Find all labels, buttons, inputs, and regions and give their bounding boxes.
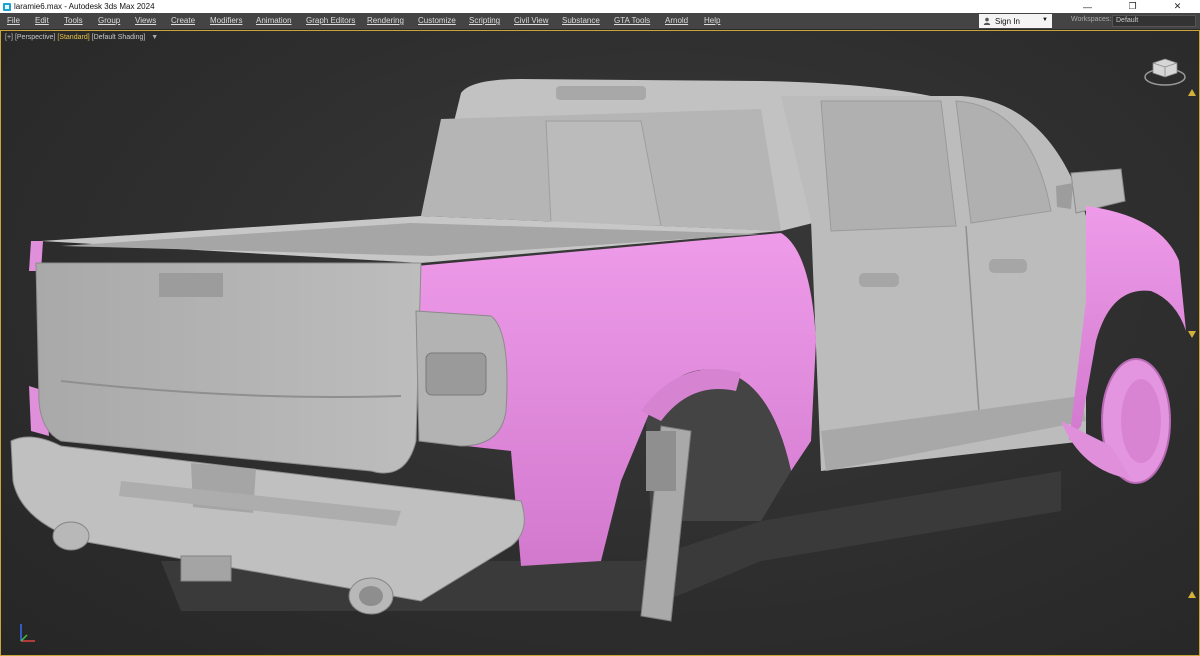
close-icon[interactable]: ✕ <box>1155 0 1200 13</box>
menu-animation[interactable]: Animation <box>256 16 292 25</box>
brake-light <box>556 86 646 100</box>
viewport-point-of-view[interactable]: [Perspective] <box>15 34 55 41</box>
menu-substance[interactable]: Substance <box>562 16 600 25</box>
3dsmax-app-icon <box>3 2 11 11</box>
door-handle <box>859 273 899 287</box>
menu-file[interactable]: File <box>7 16 20 25</box>
sign-in-dropdown[interactable]: Sign In ▼ <box>979 14 1052 28</box>
menu-tools[interactable]: Tools <box>64 16 83 25</box>
minimize-icon[interactable]: — <box>1065 0 1110 13</box>
viewport-marker-icon <box>1188 89 1196 96</box>
viewport-menu-button[interactable]: [+] <box>5 34 13 41</box>
workspace-select[interactable]: Default <box>1112 15 1196 27</box>
axis-tripod-icon <box>20 624 35 642</box>
door-handle <box>989 259 1027 273</box>
menu-modifiers[interactable]: Modifiers <box>210 16 242 25</box>
tailgate-handle <box>159 273 223 297</box>
viewport-marker-icon <box>1188 331 1196 338</box>
menu-help[interactable]: Help <box>704 16 720 25</box>
window-controls: — ❐ ✕ <box>1065 0 1200 13</box>
menu-scripting[interactable]: Scripting <box>469 16 500 25</box>
user-icon <box>983 17 991 25</box>
restore-icon[interactable]: ❐ <box>1110 0 1155 13</box>
title-bar: laramie6.max - Autodesk 3ds Max 2024 — ❐… <box>0 0 1200 13</box>
menu-edit[interactable]: Edit <box>35 16 49 25</box>
truck-model[interactable] <box>1 31 1199 655</box>
viewport-marker-icon <box>1188 591 1196 598</box>
filter-icon[interactable]: ▼ <box>151 34 158 41</box>
window-title: laramie6.max - Autodesk 3ds Max 2024 <box>14 2 155 11</box>
viewcube-icon[interactable] <box>1141 51 1189 91</box>
chevron-down-icon: ▼ <box>1042 17 1048 23</box>
viewport-shading-preset[interactable]: [Standard] <box>57 34 89 41</box>
menu-civil-view[interactable]: Civil View <box>514 16 549 25</box>
menu-customize[interactable]: Customize <box>418 16 456 25</box>
viewport-shading-mode[interactable]: [Default Shading] <box>92 34 146 41</box>
menu-views[interactable]: Views <box>135 16 156 25</box>
menu-graph-editors[interactable]: Graph Editors <box>306 16 355 25</box>
menu-group[interactable]: Group <box>98 16 120 25</box>
menu-arnold[interactable]: Arnold <box>665 16 688 25</box>
taillight <box>425 352 487 396</box>
menu-rendering[interactable]: Rendering <box>367 16 404 25</box>
sign-in-label: Sign In <box>995 16 1020 26</box>
perspective-viewport[interactable]: [+] [Perspective] [Standard] [Default Sh… <box>0 30 1200 656</box>
viewport-label: [+] [Perspective] [Standard] [Default Sh… <box>5 34 158 41</box>
menu-bar: File Edit Tools Group Views Create Modif… <box>0 13 1200 30</box>
menu-create[interactable]: Create <box>171 16 195 25</box>
menu-gta-tools[interactable]: GTA Tools <box>614 16 650 25</box>
workspaces-label: Workspaces: <box>1071 16 1112 23</box>
